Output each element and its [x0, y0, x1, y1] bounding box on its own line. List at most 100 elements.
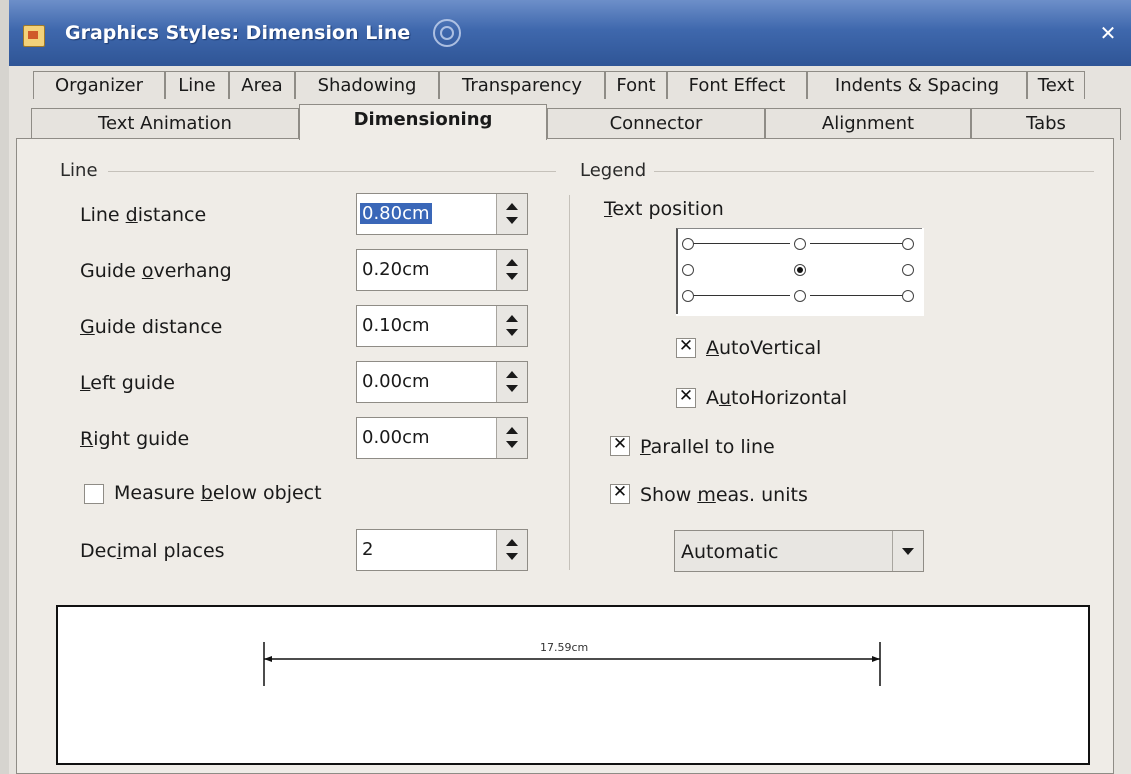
- line-distance-label: Line distance: [80, 204, 207, 226]
- spin-up-icon[interactable]: [506, 315, 518, 322]
- tab-label: Dimensioning: [353, 109, 493, 130]
- spin-down-icon[interactable]: [506, 217, 518, 224]
- spin-up-icon[interactable]: [506, 259, 518, 266]
- tab-font[interactable]: Font: [605, 71, 667, 99]
- text-position-selector[interactable]: [676, 228, 924, 316]
- tab-text-animation[interactable]: Text Animation: [31, 108, 299, 140]
- tp-line: [690, 243, 790, 244]
- tab-label: Text Animation: [98, 113, 232, 134]
- line-section-divider: [108, 171, 556, 172]
- tab-connector[interactable]: Connector: [547, 108, 765, 140]
- right-guide-value[interactable]: 0.00cm: [362, 427, 430, 448]
- tab-label: Alignment: [821, 113, 915, 134]
- spin-buttons[interactable]: [496, 418, 527, 458]
- parallel-to-line-checkbox[interactable]: [610, 434, 630, 456]
- tab-alignment[interactable]: Alignment: [765, 108, 971, 140]
- line-distance-value[interactable]: 0.80cm: [360, 203, 432, 224]
- parallel-to-line-label[interactable]: Parallel to line: [640, 436, 775, 458]
- line-distance-spinbox[interactable]: 0.80cm: [356, 193, 528, 235]
- guide-overhang-label: Guide overhang: [80, 260, 232, 282]
- spin-down-icon[interactable]: [506, 329, 518, 336]
- left-arrow: [264, 656, 272, 662]
- left-guide-value[interactable]: 0.00cm: [362, 371, 430, 392]
- position-bottom-right-radio[interactable]: [902, 290, 914, 302]
- measure-below-checkbox[interactable]: [84, 484, 104, 504]
- tab-font-effect[interactable]: Font Effect: [667, 71, 807, 99]
- guide-overhang-value[interactable]: 0.20cm: [362, 259, 430, 280]
- spin-down-icon[interactable]: [506, 273, 518, 280]
- dimension-preview: [56, 605, 1090, 765]
- auto-vertical-label[interactable]: AutoVertical: [706, 337, 821, 359]
- title-bar[interactable]: Graphics Styles: Dimension Line ✕: [9, 0, 1131, 66]
- background-window-edge: [0, 0, 9, 774]
- units-dropdown[interactable]: Automatic: [674, 530, 924, 572]
- position-middle-center-radio[interactable]: [794, 264, 806, 276]
- guide-distance-value[interactable]: 0.10cm: [362, 315, 430, 336]
- guide-overhang-spinbox[interactable]: 0.20cm: [356, 249, 528, 291]
- tp-line: [810, 243, 902, 244]
- tab-label: Font: [616, 75, 656, 96]
- measure-below-label[interactable]: Measure below object: [114, 482, 322, 504]
- spin-up-icon[interactable]: [506, 371, 518, 378]
- spin-buttons[interactable]: [496, 306, 527, 346]
- tab-label: Transparency: [461, 75, 583, 96]
- tab-line[interactable]: Line: [165, 71, 229, 99]
- show-meas-units-checkbox[interactable]: [610, 482, 630, 504]
- auto-vertical-checkbox[interactable]: [676, 336, 696, 358]
- spin-up-icon[interactable]: [506, 203, 518, 210]
- spin-buttons[interactable]: [496, 530, 527, 570]
- app-icon: [23, 25, 45, 47]
- tab-label: Text: [1037, 75, 1075, 96]
- spin-buttons[interactable]: [496, 250, 527, 290]
- spin-up-icon[interactable]: [506, 427, 518, 434]
- position-top-left-radio[interactable]: [682, 238, 694, 250]
- spin-buttons[interactable]: [496, 194, 527, 234]
- position-top-center-radio[interactable]: [794, 238, 806, 250]
- decimal-places-spinbox[interactable]: 2: [356, 529, 528, 571]
- tab-row-top: Organizer Line Area Shadowing Transparen…: [33, 71, 1085, 99]
- auto-horizontal-checkbox[interactable]: [676, 386, 696, 408]
- tab-text[interactable]: Text: [1027, 71, 1085, 99]
- position-bottom-left-radio[interactable]: [682, 290, 694, 302]
- dimension-line-drawing: [263, 642, 881, 686]
- tab-organizer[interactable]: Organizer: [33, 71, 165, 99]
- left-guide-spinbox[interactable]: 0.00cm: [356, 361, 528, 403]
- units-dropdown-value: Automatic: [681, 541, 779, 563]
- guide-distance-spinbox[interactable]: 0.10cm: [356, 305, 528, 347]
- tab-label: Connector: [609, 113, 703, 134]
- tab-dimensioning[interactable]: Dimensioning: [299, 104, 547, 140]
- spin-down-icon[interactable]: [506, 385, 518, 392]
- preview-measurement-label: 17.59cm: [540, 641, 589, 654]
- show-meas-units-label[interactable]: Show meas. units: [640, 484, 808, 506]
- decimal-places-label: Decimal places: [80, 540, 225, 562]
- tab-label: Font Effect: [688, 75, 786, 96]
- spin-down-icon[interactable]: [506, 441, 518, 448]
- spin-buttons[interactable]: [496, 362, 527, 402]
- position-middle-right-radio[interactable]: [902, 264, 914, 276]
- chevron-down-icon[interactable]: [892, 531, 923, 571]
- tab-label: Organizer: [54, 75, 144, 96]
- right-guide-spinbox[interactable]: 0.00cm: [356, 417, 528, 459]
- tab-indents-spacing[interactable]: Indents & Spacing: [807, 71, 1027, 99]
- tab-area[interactable]: Area: [229, 71, 295, 99]
- window-title: Graphics Styles: Dimension Line: [65, 22, 411, 44]
- line-section-title: Line: [60, 160, 98, 181]
- decimal-places-value[interactable]: 2: [362, 539, 373, 560]
- tab-label: Indents & Spacing: [834, 75, 1000, 96]
- tab-tabs[interactable]: Tabs: [971, 108, 1121, 140]
- close-icon[interactable]: ✕: [1097, 22, 1119, 44]
- tab-transparency[interactable]: Transparency: [439, 71, 605, 99]
- position-bottom-center-radio[interactable]: [794, 290, 806, 302]
- tab-label: Area: [241, 75, 283, 96]
- legend-section-divider: [654, 171, 1094, 172]
- spin-down-icon[interactable]: [506, 553, 518, 560]
- tp-line: [810, 295, 902, 296]
- position-middle-left-radio[interactable]: [682, 264, 694, 276]
- tab-shadowing[interactable]: Shadowing: [295, 71, 439, 99]
- tp-line: [690, 295, 790, 296]
- position-top-right-radio[interactable]: [902, 238, 914, 250]
- auto-horizontal-label[interactable]: AutoHorizontal: [706, 387, 847, 409]
- spin-up-icon[interactable]: [506, 539, 518, 546]
- tab-label: Line: [178, 75, 216, 96]
- right-arrow: [872, 656, 880, 662]
